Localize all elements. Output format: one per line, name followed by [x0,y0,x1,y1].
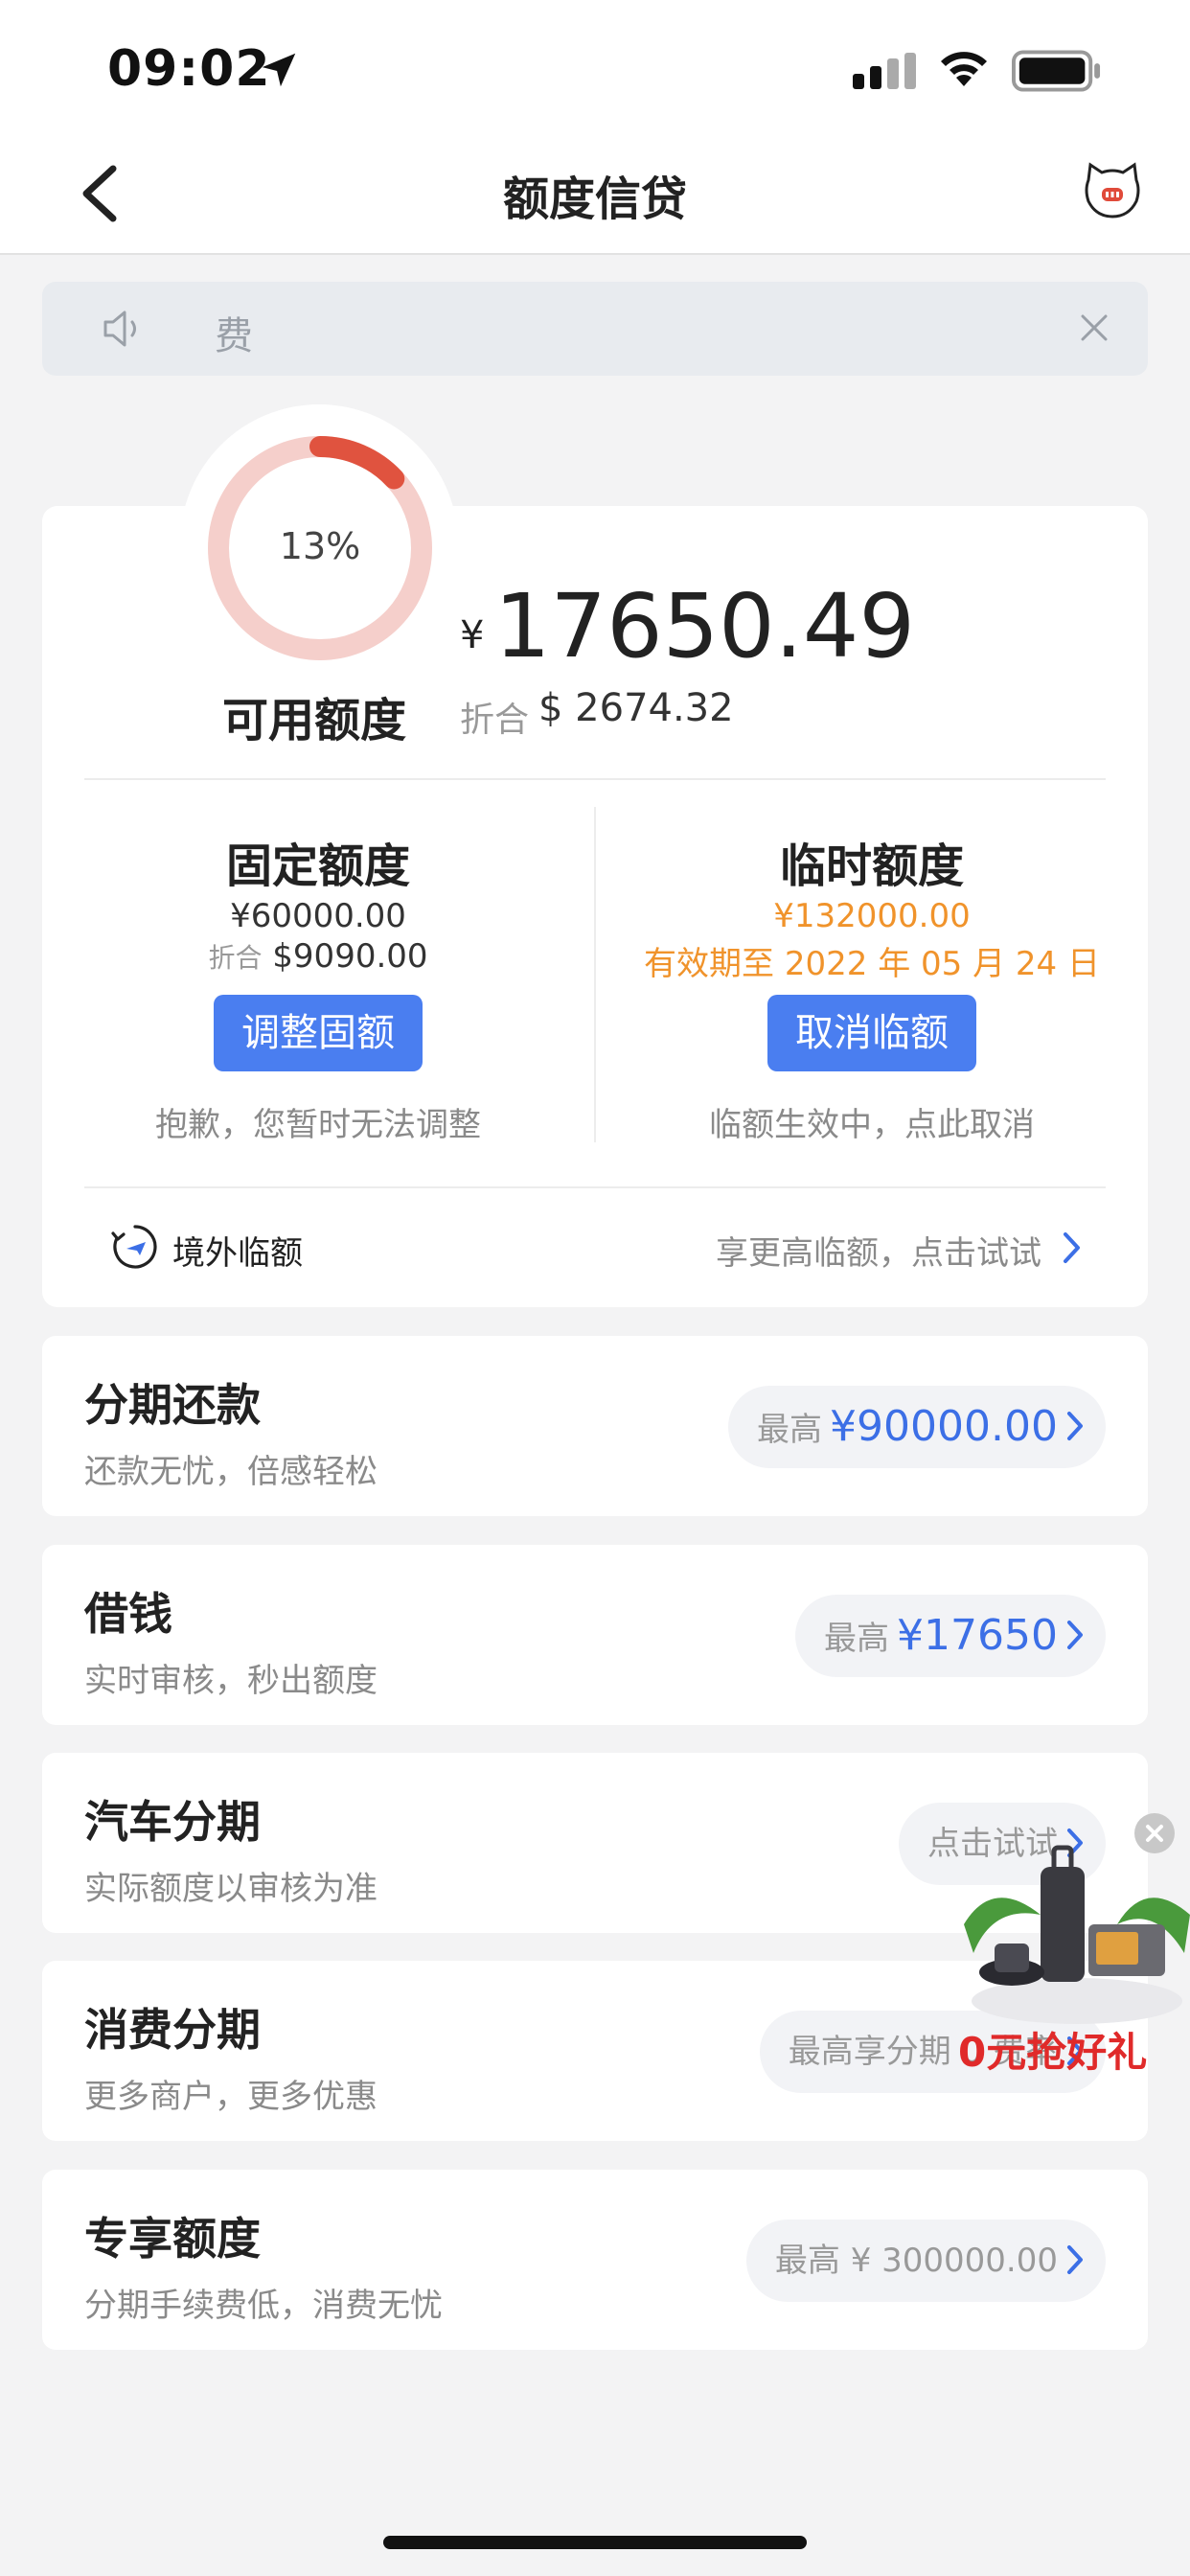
temp-credit-amount: ¥132000.00 [773,897,971,935]
notice-banner[interactable]: 费 [42,282,1148,376]
fixed-credit-note: 抱歉，您暂时无法调整 [155,1106,481,1144]
fixed-credit-title: 固定额度 [225,840,410,893]
product-title: 借钱 [84,1588,172,1640]
promo-close-icon[interactable] [1134,1813,1175,1853]
location-arrow-icon [262,53,296,87]
divider [594,807,596,1142]
home-indicator[interactable] [383,2536,807,2549]
available-credit-amount: 17650.49 [494,575,915,678]
fixed-credit-converted: 折合 $9090.00 [79,937,558,976]
status-time: 09:02 [107,40,271,98]
fixed-credit-amount: ¥60000.00 [230,897,406,935]
chevron-right-icon [1067,1621,1083,1649]
product-card-borrow-money[interactable]: 借钱 实时审核，秒出额度 最高 ¥17650 [42,1545,1148,1725]
adjust-fixed-credit-button[interactable]: 调整固额 [214,995,423,1071]
product-subtitle: 分期手续费低，消费无忧 [84,2287,443,2325]
fixed-converted-label: 折合 [208,942,263,974]
cellular-signal-icon [853,53,916,89]
speaker-icon [103,310,136,347]
status-bar: 09:02 [0,0,1190,134]
pill-label: 最高 [824,1620,890,1658]
close-icon [1146,1825,1163,1842]
notice-text: 费 [215,314,253,358]
battery-icon [1012,50,1101,92]
product-card-installment-repayment[interactable]: 分期还款 还款无忧，倍感轻松 最高 ¥90000.00 [42,1336,1148,1516]
temp-credit-note: 临额生效中，点此取消 [709,1106,1035,1144]
usage-percent: 13% [279,525,361,567]
fixed-converted-value: $9090.00 [272,937,428,976]
product-title: 专享额度 [84,2213,261,2265]
product-subtitle: 还款无忧，倍感轻松 [84,1453,378,1491]
close-icon[interactable] [1075,309,1113,347]
product-subtitle: 更多商户，更多优惠 [84,2078,378,2116]
page-title: 额度信贷 [502,172,687,226]
pill-label: 最高 ¥ 300000.00 [774,2242,1058,2280]
wifi-icon [941,52,987,86]
product-title: 消费分期 [84,2004,261,2056]
product-title: 分期还款 [84,1379,261,1431]
temp-credit-validity: 有效期至 2022 年 05 月 24 日 [644,945,1100,983]
product-subtitle: 实际额度以审核为准 [84,1870,378,1908]
pill-value: ¥90000.00 [830,1402,1058,1451]
overseas-temp-credit-label[interactable]: 境外临额 [172,1227,303,1274]
chevron-right-icon [1067,2245,1083,2274]
divider [84,778,1106,780]
pill-value: ¥17650 [897,1611,1058,1660]
temp-credit-title: 临时额度 [779,840,964,893]
product-title: 汽车分期 [84,1796,261,1848]
product-subtitle: 实时审核，秒出额度 [84,1662,378,1700]
cat-mascot-icon[interactable] [1081,159,1144,222]
chevron-right-icon [1067,1412,1083,1440]
converted-label: 折合 [460,701,530,740]
promo-text[interactable]: 0元抢好礼 [958,2020,1147,2079]
divider [84,1186,1106,1188]
nav-bar: 额度信贷 [0,134,1190,255]
product-limit-pill[interactable]: 最高 ¥90000.00 [728,1386,1106,1468]
product-limit-pill[interactable]: 最高 ¥ 300000.00 [745,2220,1106,2302]
clock-plane-icon[interactable] [111,1223,159,1271]
chevron-right-icon[interactable] [1062,1230,1083,1265]
pill-label: 最高 [757,1411,823,1449]
product-card-exclusive-credit[interactable]: 专享额度 分期手续费低，消费无忧 最高 ¥ 300000.00 [42,2170,1148,2350]
currency-symbol: ¥ [460,613,485,657]
converted-value: $ 2674.32 [538,686,734,730]
product-limit-pill[interactable]: 最高 ¥17650 [795,1595,1106,1677]
overseas-temp-credit-tip[interactable]: 享更高临额，点击试试 [716,1227,1041,1274]
cancel-temp-credit-button[interactable]: 取消临额 [767,995,976,1071]
available-credit-label: 可用额度 [222,694,407,748]
